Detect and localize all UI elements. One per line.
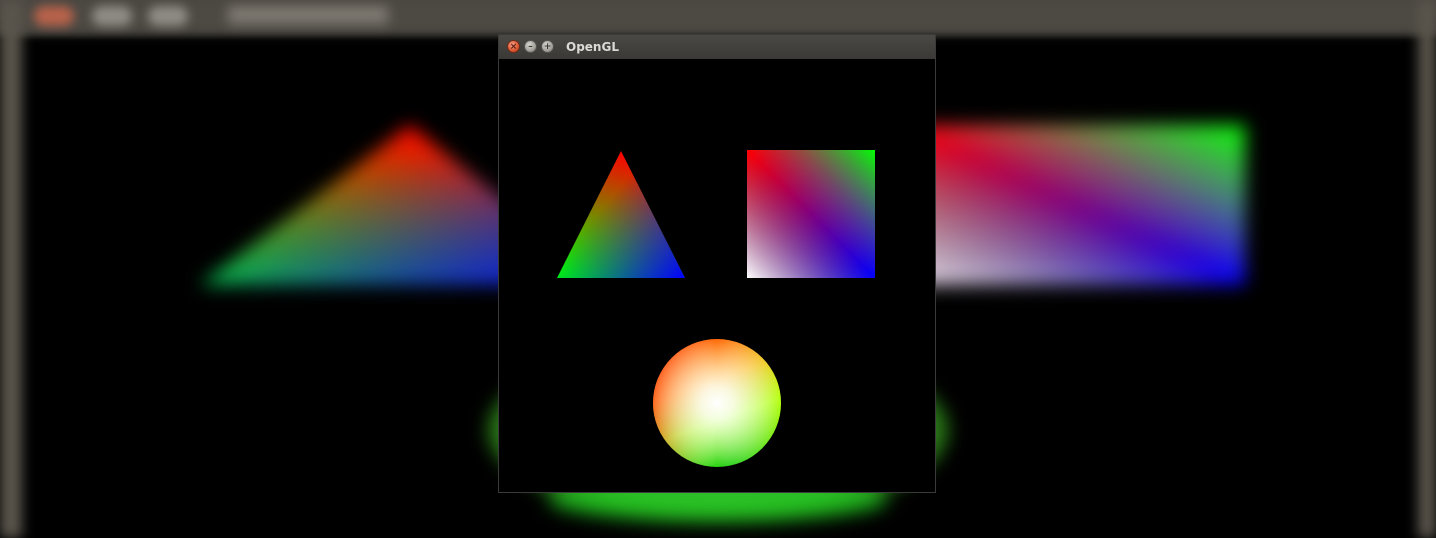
close-icon: ×: [509, 42, 518, 52]
close-button[interactable]: ×: [507, 40, 520, 53]
minimize-icon: –: [528, 42, 533, 52]
triangle-blue-vertex: [557, 151, 685, 278]
maximize-button[interactable]: +: [541, 40, 554, 53]
opengl-window: × – + OpenGL: [499, 35, 935, 492]
desktop-stage: × – + OpenGL: [0, 0, 1436, 538]
circle-shape: [653, 339, 781, 467]
maximize-icon: +: [543, 42, 552, 52]
window-titlebar[interactable]: × – + OpenGL: [499, 35, 935, 60]
circle-white-center: [653, 339, 781, 467]
opengl-canvas[interactable]: [499, 59, 935, 492]
square-shape: [747, 150, 875, 278]
square-overlay: [747, 150, 875, 278]
triangle-shape: [557, 151, 685, 278]
minimize-button[interactable]: –: [524, 40, 537, 53]
window-title: OpenGL: [566, 40, 619, 54]
blurred-square-overlay: [900, 125, 1245, 285]
